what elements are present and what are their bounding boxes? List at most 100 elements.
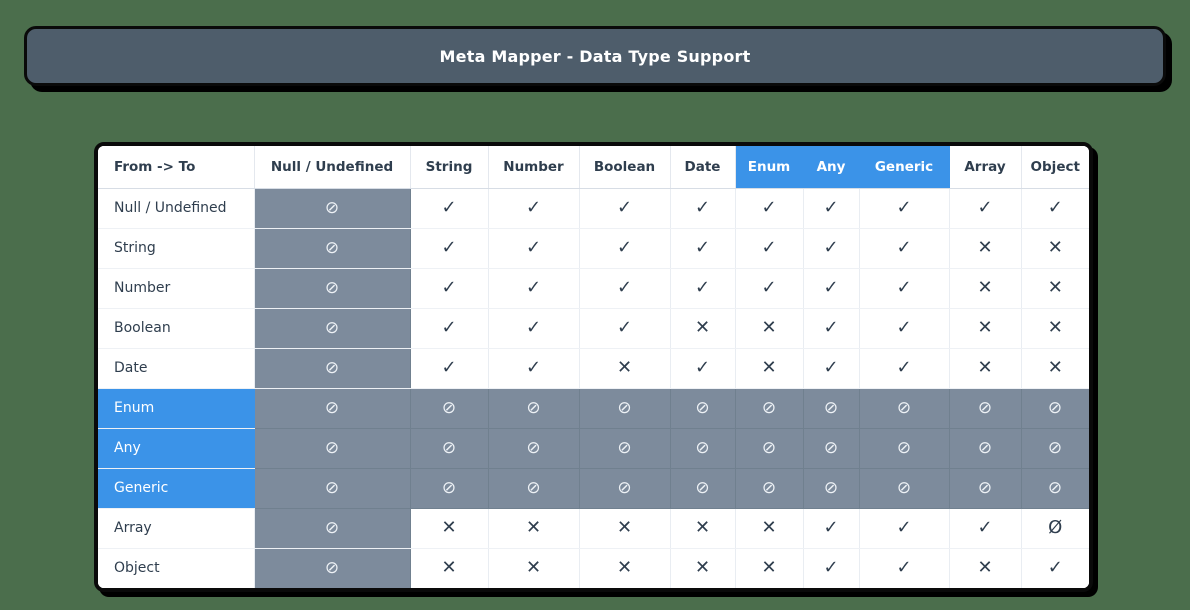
row-label-object[interactable]: Object (98, 548, 255, 588)
cell-generic-to-string: ⊘ (410, 468, 489, 509)
column-header-boolean[interactable]: Boolean (579, 146, 671, 189)
yes-icon: ✓ (441, 197, 457, 218)
blocked-icon: ⊘ (761, 477, 777, 498)
column-header-string[interactable]: String (410, 146, 489, 189)
cell-generic-to-object: ⊘ (1021, 468, 1089, 509)
blocked-icon: ⊘ (1047, 437, 1063, 458)
blocked-icon: ⊘ (761, 437, 777, 458)
yes-icon: ✓ (694, 197, 711, 218)
no-icon: ✕ (694, 517, 711, 538)
cell-date-to-generic: ✓ (859, 348, 950, 389)
row-label-number[interactable]: Number (98, 268, 255, 309)
cell-any-to-date: ⊘ (670, 428, 736, 469)
cell-generic-to-number: ⊘ (488, 468, 580, 509)
yes-icon: ✓ (823, 237, 839, 258)
cell-enum-to-object: ⊘ (1021, 388, 1089, 429)
no-icon: ✕ (1047, 317, 1063, 338)
row-label-array[interactable]: Array (98, 508, 255, 549)
cell-any-to-number: ⊘ (488, 428, 580, 469)
cell-array-to-string: ✕ (410, 508, 489, 549)
cell-generic-to-generic: ⊘ (859, 468, 950, 509)
cell-string-to-null-undefined: ⊘ (254, 228, 411, 269)
blocked-icon: ⊘ (896, 397, 912, 418)
cell-date-to-boolean: ✕ (579, 348, 671, 389)
yes-icon: ✓ (896, 557, 912, 579)
cell-date-to-date: ✓ (670, 348, 736, 389)
row-label-string[interactable]: String (98, 228, 255, 269)
blocked-icon: ⊘ (324, 277, 340, 298)
row-label-generic[interactable]: Generic (98, 468, 255, 509)
row-label-date[interactable]: Date (98, 348, 255, 389)
table-row: Boolean ⊘ ✓ ✓ ✓ ✕ ✕ ✓ ✓ ✕ ✕ (98, 308, 1089, 349)
blocked-icon: ⊘ (977, 477, 993, 498)
yes-icon: ✓ (525, 317, 542, 338)
column-header-array[interactable]: Array (949, 146, 1022, 189)
cell-generic-to-boolean: ⊘ (579, 468, 671, 509)
yes-icon: ✓ (896, 277, 912, 298)
cell-null-undefined-to-date: ✓ (670, 188, 736, 229)
column-header-enum[interactable]: Enum (735, 146, 804, 189)
yes-icon: ✓ (525, 197, 542, 218)
no-icon: ✕ (977, 317, 993, 338)
blocked-icon: ⊘ (1047, 397, 1063, 418)
blocked-icon: ⊘ (617, 397, 632, 418)
no-icon: ✕ (525, 557, 542, 579)
blocked-icon: ⊘ (441, 437, 457, 458)
cell-any-to-boolean: ⊘ (579, 428, 671, 469)
cell-any-to-string: ⊘ (410, 428, 489, 469)
cell-enum-to-enum: ⊘ (735, 388, 804, 429)
no-icon: ✕ (977, 277, 993, 298)
cell-enum-to-date: ⊘ (670, 388, 736, 429)
cell-number-to-number: ✓ (488, 268, 580, 309)
table-corner-header: From -> To (98, 146, 255, 189)
blocked-icon: ⊘ (526, 437, 541, 458)
cell-date-to-null-undefined: ⊘ (254, 348, 411, 389)
no-icon: ✕ (694, 317, 711, 338)
cell-null-undefined-to-string: ✓ (410, 188, 489, 229)
yes-icon: ✓ (616, 277, 633, 298)
cell-number-to-any: ✓ (803, 268, 860, 309)
table-row: Date ⊘ ✓ ✓ ✕ ✓ ✕ ✓ ✓ ✕ ✕ (98, 348, 1089, 389)
cell-any-to-object: ⊘ (1021, 428, 1089, 469)
row-label-null-undefined[interactable]: Null / Undefined (98, 188, 255, 229)
column-header-any[interactable]: Any (803, 146, 860, 189)
cell-any-to-null-undefined: ⊘ (254, 428, 411, 469)
row-label-any[interactable]: Any (98, 428, 255, 469)
column-header-object[interactable]: Object (1021, 146, 1089, 189)
cell-array-to-generic: ✓ (859, 508, 950, 549)
cell-null-undefined-to-null-undefined: ⊘ (254, 188, 411, 229)
cell-generic-to-date: ⊘ (670, 468, 736, 509)
column-header-number[interactable]: Number (488, 146, 580, 189)
no-icon: ✕ (1047, 277, 1063, 298)
cell-string-to-generic: ✓ (859, 228, 950, 269)
cell-date-to-string: ✓ (410, 348, 489, 389)
blocked-icon: ⊘ (441, 477, 457, 498)
no-icon: ✕ (441, 557, 457, 579)
cell-generic-to-enum: ⊘ (735, 468, 804, 509)
cell-array-to-null-undefined: ⊘ (254, 508, 411, 549)
row-label-enum[interactable]: Enum (98, 388, 255, 429)
cell-array-to-any: ✓ (803, 508, 860, 549)
cell-enum-to-null-undefined: ⊘ (254, 388, 411, 429)
cell-boolean-to-null-undefined: ⊘ (254, 308, 411, 349)
cell-object-to-number: ✕ (488, 548, 580, 588)
column-header-null-undefined[interactable]: Null / Undefined (254, 146, 411, 189)
yes-icon: ✓ (896, 237, 912, 258)
blocked-icon: ⊘ (324, 317, 340, 338)
cell-date-to-object: ✕ (1021, 348, 1089, 389)
cell-boolean-to-generic: ✓ (859, 308, 950, 349)
cell-generic-to-array: ⊘ (949, 468, 1022, 509)
no-icon: ✕ (761, 517, 777, 538)
cell-null-undefined-to-generic: ✓ (859, 188, 950, 229)
yes-icon: ✓ (1047, 197, 1063, 218)
cell-boolean-to-boolean: ✓ (579, 308, 671, 349)
blocked-icon: ⊘ (977, 397, 993, 418)
cell-boolean-to-any: ✓ (803, 308, 860, 349)
column-header-generic[interactable]: Generic (859, 146, 950, 189)
row-label-boolean[interactable]: Boolean (98, 308, 255, 349)
yes-icon: ✓ (694, 237, 711, 258)
column-header-date[interactable]: Date (670, 146, 736, 189)
blocked-icon: ⊘ (324, 477, 340, 498)
cell-number-to-string: ✓ (410, 268, 489, 309)
table-row: Object ⊘ ✕ ✕ ✕ ✕ ✕ ✓ ✓ ✕ ✓ (98, 548, 1089, 588)
